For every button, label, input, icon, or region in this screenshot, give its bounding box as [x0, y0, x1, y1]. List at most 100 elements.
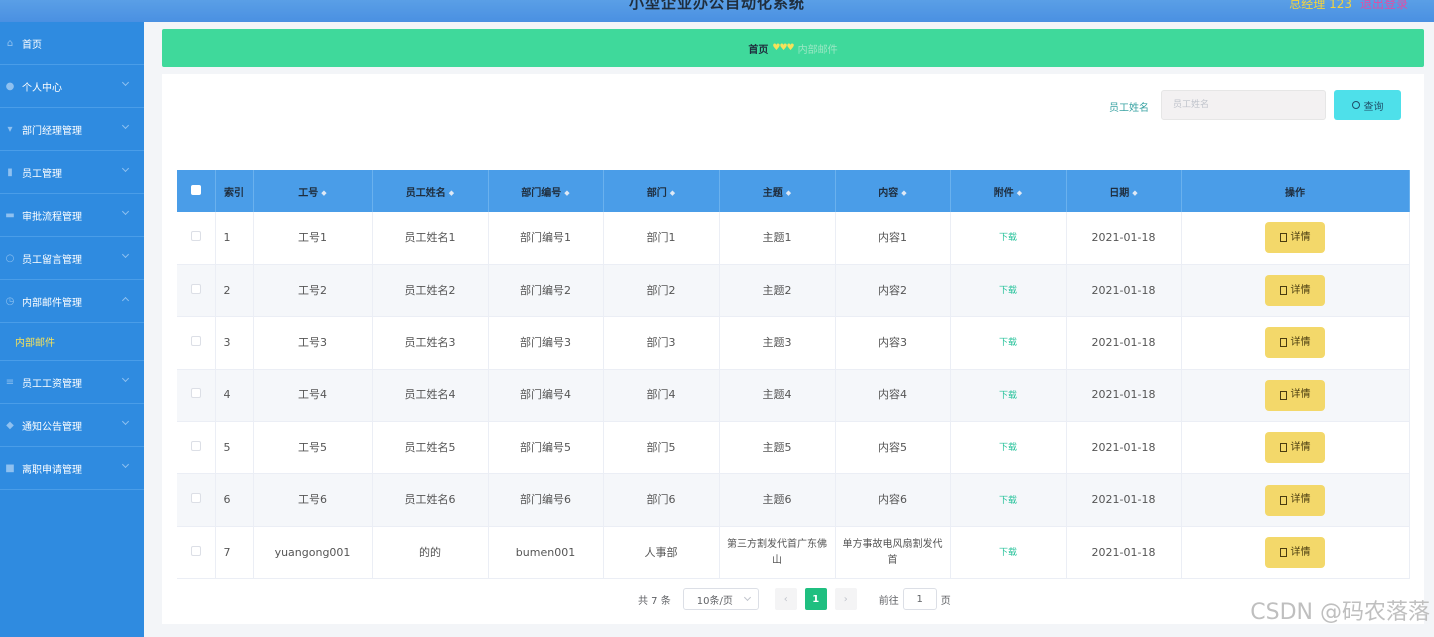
sort-icon[interactable]: ◆ [449, 189, 454, 197]
page-number-current[interactable]: 1 [804, 588, 827, 610]
row-checkbox[interactable] [190, 283, 201, 294]
message-icon: ○ [5, 252, 15, 264]
search-button[interactable]: 查询 [1334, 90, 1401, 120]
detail-button[interactable]: 详情 [1265, 275, 1325, 307]
search-button-label: 查询 [1363, 101, 1384, 113]
page-size-select[interactable]: 10条/页 [682, 588, 759, 610]
download-link[interactable]: 下载 [999, 233, 1017, 243]
sort-icon[interactable]: ◆ [1017, 189, 1022, 197]
document-icon [1279, 443, 1287, 453]
bar-chart-icon: ▮ [7, 166, 13, 178]
sidebar-item-label: 内部邮件管理 [22, 297, 82, 309]
detail-button[interactable]: 详情 [1265, 432, 1325, 464]
sort-icon[interactable]: ◆ [901, 189, 906, 197]
row-checkbox[interactable] [190, 388, 201, 399]
select-all-checkbox[interactable] [190, 184, 201, 195]
row-checkbox[interactable] [190, 335, 201, 346]
download-link[interactable]: 下载 [999, 338, 1017, 348]
prev-page-button[interactable]: ‹ [774, 588, 797, 610]
row-index: 7 [215, 526, 254, 580]
table-row: 1 工号1 员工姓名1 部门编号1 部门1 主题1 内容1 下载 2021-01… [177, 212, 1410, 265]
detail-button[interactable]: 详情 [1265, 484, 1325, 516]
goto-page-input[interactable] [902, 588, 937, 610]
sidebar-item-dept-manager[interactable]: ▾ 部门经理管理 [0, 108, 144, 151]
sidebar-item-employee[interactable]: ▮ 员工管理 [0, 151, 144, 194]
sidebar-item-approval[interactable]: ▬ 审批流程管理 [0, 194, 144, 237]
cell-subject: 主题5 [719, 421, 836, 475]
detail-button[interactable]: 详情 [1265, 222, 1325, 254]
row-checkbox[interactable] [190, 440, 201, 451]
document-icon [1279, 286, 1287, 296]
column-header-attachment[interactable]: 附件 ◆ [950, 170, 1067, 212]
sort-icon[interactable]: ◆ [1132, 189, 1137, 197]
download-link[interactable]: 下载 [999, 548, 1017, 558]
detail-button[interactable]: 详情 [1265, 537, 1325, 569]
table-row: 4 工号4 员工姓名4 部门编号4 部门4 主题4 内容4 下载 2021-01… [177, 369, 1410, 423]
cell-content: 单方事故电风扇割发代首 [835, 526, 951, 580]
cell-dept: 部门1 [603, 212, 720, 265]
sidebar-item-resignation[interactable]: ■ 离职申请管理 [0, 447, 144, 490]
download-link[interactable]: 下载 [999, 286, 1017, 296]
chevron-down-icon [121, 460, 130, 469]
column-header-content[interactable]: 内容 ◆ [835, 170, 951, 212]
cell-emp-name: 的的 [372, 526, 489, 580]
sidebar-item-personal-center[interactable]: ● 个人中心 [0, 65, 144, 108]
row-checkbox[interactable] [190, 230, 201, 241]
column-header-emp-name[interactable]: 员工姓名 ◆ [372, 170, 489, 212]
grid-icon: ■ [5, 462, 15, 474]
download-link[interactable]: 下载 [999, 443, 1017, 453]
sidebar-item-internal-mail[interactable]: ◷ 内部邮件管理 [0, 280, 144, 323]
next-page-button[interactable]: › [834, 588, 857, 610]
cell-dept: 部门2 [603, 264, 720, 318]
sidebar-item-notice[interactable]: ◆ 通知公告管理 [0, 404, 144, 447]
sort-icon[interactable]: ◆ [670, 189, 675, 197]
sidebar-item-label: 部门经理管理 [22, 125, 82, 137]
submenu-item-internal-mail[interactable]: 内部邮件 [0, 323, 144, 361]
cell-subject: 主题6 [719, 473, 836, 527]
mail-table: 索引 工号 ◆ 员工姓名 ◆ 部门编号 ◆ 部门 ◆ 主题 ◆ 内容 ◆ 附件 ◆ 日期 ◆ 操… [177, 170, 1410, 580]
table-row: 6 工号6 员工姓名6 部门编号6 部门6 主题6 内容6 下载 2021-01… [177, 473, 1410, 527]
list-icon: ≡ [5, 376, 15, 388]
row-index: 6 [215, 473, 254, 527]
chevron-down-icon [121, 121, 130, 130]
sort-icon[interactable]: ◆ [564, 189, 569, 197]
row-checkbox[interactable] [190, 493, 201, 504]
sidebar: ⌂ 首页 ● 个人中心 ▾ 部门经理管理 ▮ 员工管理 ▬ 审批流程管理 ○ 员… [0, 22, 144, 637]
column-header-dept-no[interactable]: 部门编号 ◆ [488, 170, 604, 212]
cell-dept-no: 部门编号6 [488, 473, 604, 527]
sort-icon[interactable]: ◆ [786, 189, 791, 197]
cell-emp-name: 员工姓名4 [372, 369, 489, 423]
cell-emp-no: 工号4 [253, 369, 373, 423]
cell-subject: 主题4 [719, 369, 836, 423]
detail-button[interactable]: 详情 [1265, 379, 1325, 411]
column-header-date[interactable]: 日期 ◆ [1066, 170, 1182, 212]
chevron-up-icon [121, 296, 130, 305]
document-icon [1279, 390, 1287, 400]
column-header-emp-no[interactable]: 工号 ◆ [253, 170, 373, 212]
cell-emp-no: 工号2 [253, 264, 373, 318]
logout-link[interactable]: 退出登录 [1360, 0, 1408, 12]
employee-name-search-input[interactable] [1161, 90, 1326, 120]
cell-emp-no: 工号5 [253, 421, 373, 475]
sidebar-item-salary[interactable]: ≡ 员工工资管理 [0, 361, 144, 404]
cell-date: 2021-01-18 [1066, 264, 1182, 318]
sidebar-item-label: 员工留言管理 [22, 254, 82, 266]
row-checkbox[interactable] [190, 545, 201, 556]
sort-icon[interactable]: ◆ [321, 189, 326, 197]
bell-icon: ◆ [6, 419, 14, 431]
column-header-subject[interactable]: 主题 ◆ [719, 170, 836, 212]
cell-date: 2021-01-18 [1066, 369, 1182, 423]
sidebar-item-messages[interactable]: ○ 员工留言管理 [0, 237, 144, 280]
download-link[interactable]: 下载 [999, 496, 1017, 506]
document-icon [1279, 233, 1287, 243]
select-all-checkbox-cell[interactable] [177, 170, 216, 212]
breadcrumb-home[interactable]: 首页 [748, 41, 768, 56]
cell-subject: 主题3 [719, 316, 836, 370]
detail-button[interactable]: 详情 [1265, 327, 1325, 359]
sidebar-item-home[interactable]: ⌂ 首页 [0, 22, 144, 65]
sidebar-item-label: 个人中心 [22, 82, 62, 94]
cell-content: 内容4 [835, 369, 951, 423]
table-row: 2 工号2 员工姓名2 部门编号2 部门2 主题2 内容2 下载 2021-01… [177, 264, 1410, 318]
column-header-dept[interactable]: 部门 ◆ [603, 170, 720, 212]
download-link[interactable]: 下载 [999, 391, 1017, 401]
